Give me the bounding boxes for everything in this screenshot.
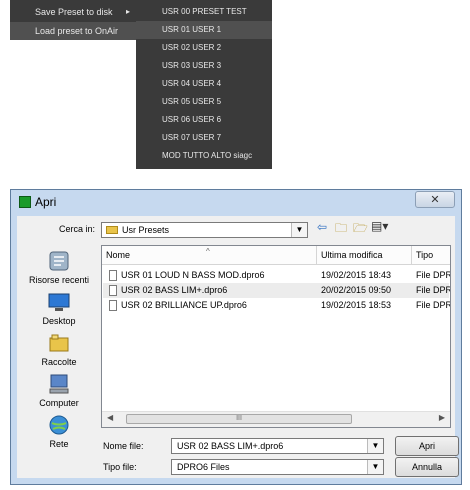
file-row[interactable]: USR 02 BRILLIANCE UP.dpro6 19/02/2015 18… [103, 298, 450, 313]
file-modified: 19/02/2015 18:53 [321, 300, 392, 310]
document-icon [109, 270, 117, 281]
filename-label: Nome file: [103, 441, 144, 451]
file-row[interactable]: USR 02 BASS LIM+.dpro6 20/02/2015 09:50 … [103, 283, 450, 298]
document-icon [109, 300, 117, 311]
new-folder-icon[interactable]: 🗁 [353, 219, 368, 240]
document-icon [109, 285, 117, 296]
view-menu-icon[interactable]: ▤▾ [371, 219, 388, 233]
submenu-item[interactable]: USR 01 USER 1 [136, 21, 272, 39]
submenu-item[interactable]: USR 03 USER 3 [136, 57, 272, 75]
folder-icon [106, 226, 118, 234]
file-name: USR 02 BRILLIANCE UP.dpro6 [121, 300, 247, 310]
back-arrow-icon[interactable]: ⇦ [317, 220, 327, 234]
context-menu: Save Preset to disk ▸ Load preset to OnA… [10, 0, 136, 40]
look-in-value: Usr Presets [122, 225, 170, 235]
column-header-type[interactable]: Tipo [412, 246, 450, 265]
chevron-down-icon[interactable]: ▼ [291, 223, 307, 237]
look-in-dropdown[interactable]: Usr Presets ▼ [101, 222, 308, 238]
file-list: Nome ^ Ultima modifica Tipo USR 01 LOUD … [101, 245, 451, 428]
app-icon [19, 196, 31, 208]
dialog-body: Cerca in: Usr Presets ▼ ⇦ 🗀 🗁 ▤▾ Risorse… [17, 216, 459, 478]
open-button[interactable]: Apri [395, 436, 459, 456]
submenu-item[interactable]: USR 00 PRESET TEST [136, 3, 272, 21]
menu-item-load-preset[interactable]: Load preset to OnAir [10, 22, 136, 40]
place-desktop[interactable]: Desktop [17, 291, 101, 326]
column-header-label: Ultima modifica [321, 250, 383, 260]
scroll-right-icon[interactable]: ▶ [439, 413, 445, 422]
close-button[interactable]: ✕ [415, 191, 455, 208]
submenu-item[interactable]: USR 02 USER 2 [136, 39, 272, 57]
place-label: Rete [49, 439, 69, 449]
scroll-thumb-grip: III [236, 415, 242, 422]
chevron-down-icon[interactable]: ▼ [367, 439, 383, 453]
file-name: USR 01 LOUD N BASS MOD.dpro6 [121, 270, 265, 280]
open-file-dialog: Apri ✕ Cerca in: Usr Presets ▼ ⇦ 🗀 🗁 ▤▾ … [10, 189, 462, 485]
submenu: USR 00 PRESET TEST USR 01 USER 1 USR 02 … [136, 0, 272, 169]
file-name: USR 02 BASS LIM+.dpro6 [121, 285, 228, 295]
submenu-item[interactable]: USR 05 USER 5 [136, 93, 272, 111]
place-label: Computer [39, 398, 79, 408]
column-header-modified[interactable]: Ultima modifica [317, 246, 412, 265]
submenu-item[interactable]: USR 06 USER 6 [136, 111, 272, 129]
menu-item-label: Load preset to OnAir [35, 26, 119, 36]
place-label: Raccolte [41, 357, 77, 367]
horizontal-scrollbar[interactable]: ◀ III ▶ [102, 411, 450, 427]
dialog-title: Apri [35, 195, 57, 209]
submenu-item[interactable]: USR 04 USER 4 [136, 75, 272, 93]
network-icon [48, 414, 70, 436]
filetype-value: DPRO6 Files [177, 462, 230, 472]
place-label: Risorse recenti [28, 275, 90, 285]
cancel-button[interactable]: Annulla [395, 457, 459, 477]
submenu-item[interactable]: USR 07 USER 7 [136, 129, 272, 147]
file-type: File DPRO [416, 285, 450, 295]
scroll-left-icon[interactable]: ◀ [107, 413, 113, 422]
column-header-name[interactable]: Nome ^ [102, 246, 317, 265]
submenu-arrow-icon: ▸ [125, 7, 130, 16]
place-label: Desktop [42, 316, 76, 326]
place-computer[interactable]: Computer [17, 373, 101, 408]
up-folder-icon[interactable]: 🗀 [335, 219, 347, 240]
column-header-label: Nome [106, 250, 131, 260]
column-header-label: Tipo [416, 250, 434, 260]
menu-item-label: Save Preset to disk [35, 7, 113, 17]
place-libraries[interactable]: Raccolte [17, 332, 101, 367]
desktop-icon [48, 291, 70, 313]
file-type: File DPRO [416, 270, 450, 280]
submenu-item[interactable]: MOD TUTTO ALTO siagc [136, 147, 272, 165]
place-network[interactable]: Rete [17, 414, 101, 449]
menu-item-save-preset[interactable]: Save Preset to disk ▸ [10, 3, 136, 21]
place-recent[interactable]: Risorse recenti [17, 250, 101, 285]
filetype-label: Tipo file: [103, 462, 137, 472]
file-modified: 19/02/2015 18:43 [321, 270, 392, 280]
filetype-dropdown[interactable]: DPRO6 Files ▼ [171, 459, 384, 475]
file-row[interactable]: USR 01 LOUD N BASS MOD.dpro6 19/02/2015 … [103, 268, 450, 283]
filename-input[interactable]: USR 02 BASS LIM+.dpro6 ▼ [171, 438, 384, 454]
scroll-thumb[interactable]: III [126, 414, 352, 424]
filename-value: USR 02 BASS LIM+.dpro6 [177, 441, 284, 451]
file-modified: 20/02/2015 09:50 [321, 285, 392, 295]
title-bar: Apri ✕ [11, 190, 461, 216]
sort-indicator-icon: ^ [206, 247, 210, 256]
libraries-icon [48, 332, 70, 354]
computer-icon [48, 373, 70, 395]
chevron-down-icon[interactable]: ▼ [367, 460, 383, 474]
recent-places-icon [48, 250, 70, 272]
file-type: File DPRO [416, 300, 450, 310]
look-in-label: Cerca in: [59, 224, 96, 234]
